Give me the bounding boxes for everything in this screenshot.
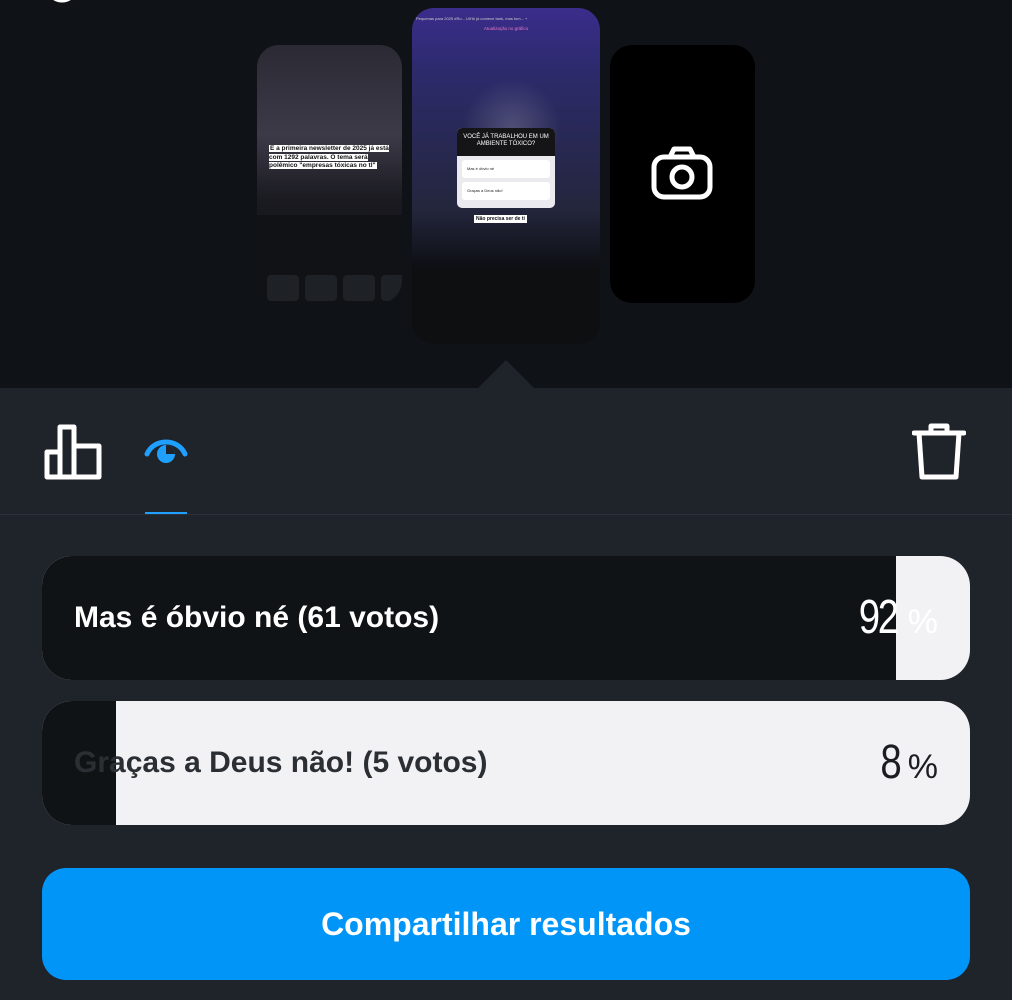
eye-icon[interactable] bbox=[144, 434, 188, 470]
poll-sticker: VOCÊ JÁ TRABALHOU EM UM AMBIENTE TÓXICO?… bbox=[457, 128, 555, 208]
story-pink-tag: Atualização no gráfico bbox=[483, 26, 529, 31]
poll-result-percent: 92% bbox=[859, 591, 938, 644]
selection-pointer bbox=[478, 360, 534, 388]
trash-icon[interactable] bbox=[912, 422, 966, 482]
gear-icon[interactable] bbox=[42, 0, 82, 8]
poll-result-label: Mas é óbvio né (61 votos) bbox=[74, 601, 440, 634]
poll-result-bar: Mas é óbvio né (61 votos) 92% bbox=[42, 556, 970, 680]
camera-icon[interactable] bbox=[650, 141, 714, 205]
poll-option: Graças a Deus não! bbox=[462, 182, 550, 200]
story-caption: Não precisa ser de ti bbox=[474, 215, 527, 223]
tab-active-indicator bbox=[145, 512, 187, 514]
story-headline: E a primeira newsletter de 2025 já está … bbox=[269, 145, 389, 169]
keyboard-image bbox=[257, 215, 402, 303]
poll-result-bar: Graças a Deus não! (5 votos) 8% bbox=[42, 701, 970, 825]
poll-option: Mas é óbvio né bbox=[462, 160, 550, 178]
bar-chart-icon[interactable] bbox=[44, 424, 102, 480]
poll-question: VOCÊ JÁ TRABALHOU EM UM AMBIENTE TÓXICO? bbox=[457, 128, 555, 156]
story-thumbnail-previous[interactable]: E a primeira newsletter de 2025 já está … bbox=[257, 45, 402, 303]
keyboard-image bbox=[412, 268, 600, 344]
tab-bar bbox=[0, 388, 1012, 515]
story-preview-area: E a primeira newsletter de 2025 já está … bbox=[0, 0, 1012, 388]
story-thumbnail-camera[interactable] bbox=[610, 45, 755, 303]
poll-result-label: Graças a Deus não! (5 votos) bbox=[74, 746, 488, 779]
story-top-bar: Pequenas para 2025 #Ro... Ult'tô já come… bbox=[416, 16, 528, 21]
close-icon[interactable] bbox=[922, 0, 962, 8]
share-results-button[interactable]: Compartilhar resultados bbox=[42, 868, 970, 980]
poll-result-percent: 8% bbox=[880, 736, 938, 789]
story-thumbnail-current[interactable]: Pequenas para 2025 #Ro... Ult'tô já come… bbox=[412, 8, 600, 344]
